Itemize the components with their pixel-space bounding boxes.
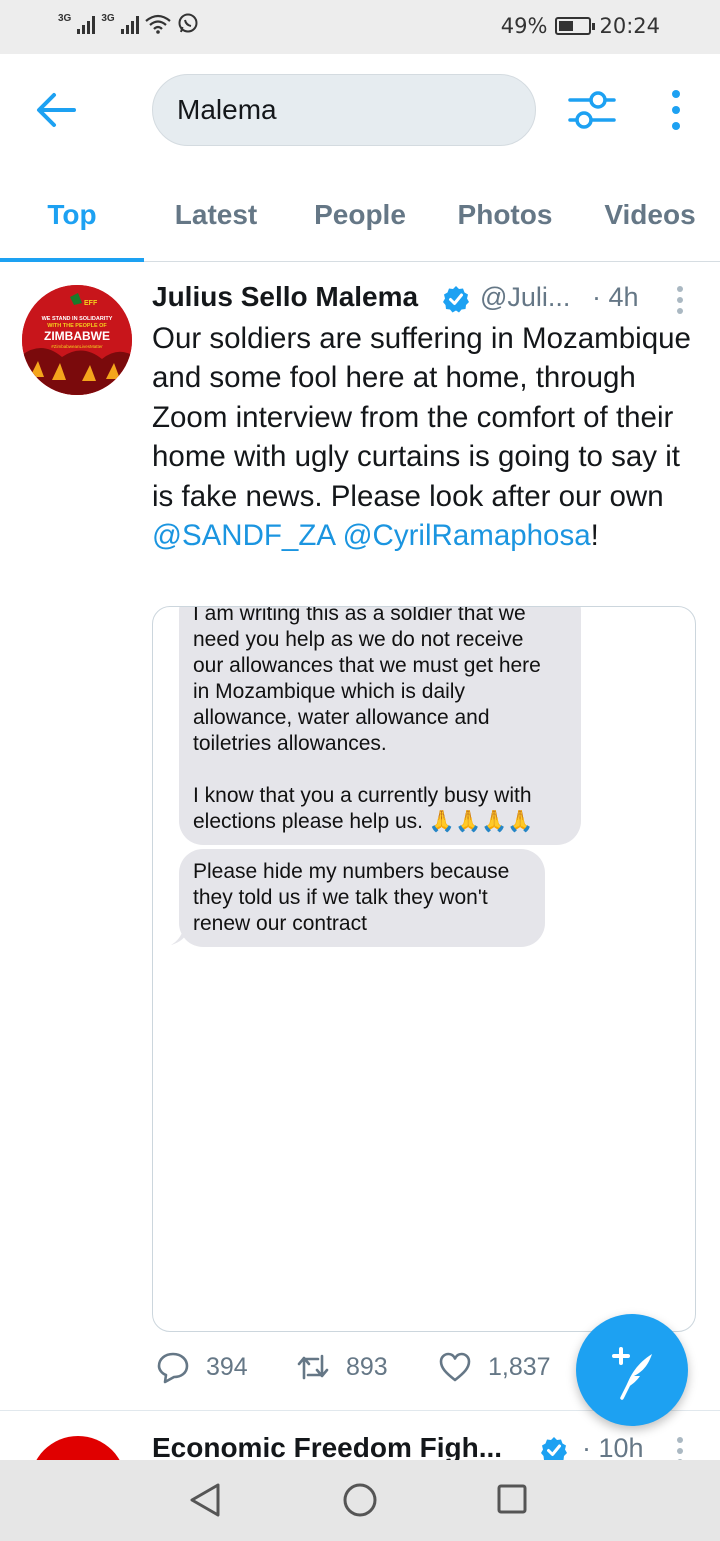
svg-text:WE STAND IN SOLIDARITY: WE STAND IN SOLIDARITY: [42, 316, 113, 322]
message-line: toiletries allowances.: [193, 732, 387, 755]
tab-photos[interactable]: Photos: [432, 174, 578, 262]
message-line: Please hide my numbers because: [193, 860, 510, 883]
status-right-icons: 49% 20:24: [501, 14, 660, 38]
verified-badge-icon: [443, 286, 469, 313]
signal-icon: [120, 16, 139, 34]
avatar[interactable]: [30, 1436, 126, 1460]
tab-people[interactable]: People: [288, 174, 432, 262]
tweet-time: · 4h: [592, 282, 639, 312]
mention-link[interactable]: @CyrilRamaphosa: [343, 519, 591, 552]
active-tab-indicator: [0, 258, 144, 262]
verified-badge-icon: [541, 1437, 567, 1460]
whatsapp-icon: [178, 13, 198, 33]
tab-latest[interactable]: Latest: [144, 174, 288, 262]
author-name[interactable]: Economic Freedom Figh...: [152, 1432, 502, 1460]
search-tabs: Top Latest People Photos Videos: [0, 174, 720, 262]
retweet-button[interactable]: 893: [296, 1350, 388, 1384]
bubble-tail: [171, 929, 189, 945]
message-line: they told us if we talk they won't: [193, 886, 488, 909]
message-line: I am writing this as a soldier that we: [193, 606, 526, 625]
message-line: elections please help us. 🙏🙏🙏🙏: [193, 810, 534, 833]
message-line: in Mozambique which is daily: [193, 680, 465, 703]
tweet-menu-icon[interactable]: [674, 1436, 686, 1460]
tweet-header: Julius Sello Malema @Juli... · 4h: [152, 281, 700, 321]
signal-icon: [77, 16, 96, 34]
search-header: Malema: [0, 54, 720, 174]
author-name[interactable]: Julius Sello Malema: [152, 281, 418, 313]
clock: 20:24: [599, 14, 660, 38]
tab-top[interactable]: Top: [0, 174, 144, 262]
tweet-text: Our soldiers are suffering in Mozambique…: [152, 319, 700, 555]
search-input[interactable]: Malema: [152, 74, 536, 146]
tweet-menu-icon[interactable]: [674, 285, 686, 315]
tweet-time: · 10h: [582, 1433, 644, 1460]
message-bubble: I am writing this as a soldier that we n…: [179, 606, 581, 845]
tweet-end-text: !: [590, 519, 599, 553]
filter-icon[interactable]: [566, 88, 618, 132]
svg-text:ZIMBABWE: ZIMBABWE: [44, 329, 110, 343]
retweet-count: 893: [346, 1352, 388, 1381]
message-line: I know that you a currently busy with: [193, 784, 532, 807]
tweet-image[interactable]: I am writing this as a soldier that we n…: [152, 606, 696, 1332]
status-left-icons: 3G 3G: [58, 12, 199, 34]
network-type-2: 3G: [101, 13, 115, 24]
network-type-1: 3G: [58, 13, 72, 24]
reply-icon: [157, 1352, 189, 1384]
like-count: 1,837: [488, 1352, 551, 1381]
svg-text:#ZimbabweanLivesMatter: #ZimbabweanLivesMatter: [51, 344, 103, 349]
tab-videos[interactable]: Videos: [578, 174, 720, 262]
more-vertical-icon[interactable]: [666, 88, 686, 132]
mention-link[interactable]: @SANDF_ZA: [152, 519, 334, 552]
like-button[interactable]: 1,837: [438, 1350, 551, 1384]
tweet-body-text: Our soldiers are suffering in Mozambique…: [152, 322, 691, 513]
heart-icon: [439, 1352, 471, 1382]
message-line: our allowances that we must get here: [193, 654, 541, 677]
nav-back-icon[interactable]: [188, 1482, 222, 1518]
wifi-icon: [144, 14, 171, 34]
back-arrow-icon[interactable]: [34, 90, 78, 130]
reply-count: 394: [206, 1352, 248, 1381]
svg-text:EFF: EFF: [84, 300, 98, 307]
reply-button[interactable]: 394: [156, 1350, 248, 1384]
tweet[interactable]: EFF WE STAND IN SOLIDARITY WITH THE PEOP…: [0, 263, 720, 1411]
battery-percent: 49%: [500, 14, 548, 38]
message-line: allowance, water allowance and: [193, 706, 490, 729]
message-line: renew our contract: [193, 912, 367, 935]
nav-recents-icon[interactable]: [496, 1483, 528, 1515]
compose-tweet-icon[interactable]: [576, 1314, 688, 1426]
battery-icon: [555, 17, 596, 35]
author-handle[interactable]: @Juli...: [480, 282, 570, 313]
system-nav-bar: [0, 1460, 720, 1541]
message-line: [193, 757, 581, 783]
nav-home-icon[interactable]: [342, 1482, 378, 1518]
message-line: need you help as we do not receive: [193, 628, 524, 651]
message-bubble: Please hide my numbers because they told…: [179, 849, 545, 947]
retweet-icon: [297, 1354, 329, 1380]
avatar[interactable]: EFF WE STAND IN SOLIDARITY WITH THE PEOP…: [22, 285, 132, 395]
status-bar: 3G 3G 49% 20:24: [0, 0, 720, 54]
